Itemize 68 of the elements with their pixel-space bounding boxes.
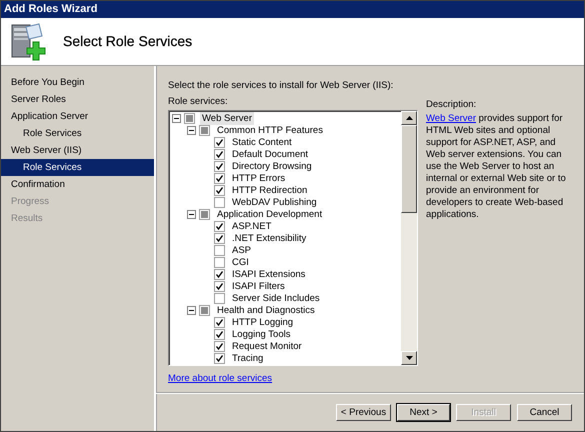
web-server-link[interactable]: Web Server	[426, 113, 476, 124]
down-arrow-icon[interactable]	[406, 356, 412, 360]
collapse-icon[interactable]	[187, 306, 196, 314]
page-title: Select Role Services	[63, 35, 192, 48]
tree-item[interactable]: Web Server	[200, 112, 254, 124]
tree-item[interactable]: Tracing	[230, 352, 266, 364]
wizard-step[interactable]: Web Server (IIS)	[1, 142, 154, 159]
tree-item[interactable]: HTTP Errors	[230, 172, 288, 184]
tree-item[interactable]: ASP	[230, 244, 254, 256]
wizard-step[interactable]: Confirmation	[1, 176, 154, 193]
checkbox[interactable]	[214, 172, 225, 184]
collapse-icon[interactable]	[187, 210, 196, 218]
tree-item[interactable]: HTTP Logging	[230, 316, 296, 328]
more-link[interactable]: More about role services	[168, 373, 272, 384]
scroll-thumb[interactable]	[401, 125, 417, 213]
wizard-step[interactable]: Role Services	[1, 125, 154, 142]
description-text: Web Server provides support for HTML Web sites and optional support for ASP.NET, ASP, and Web server extensions. You can use the Web Server to host an internal or external Web site or to provide an environment for developers to create Web-based applications.	[426, 113, 567, 221]
tree-item[interactable]: ISAPI Extensions	[230, 268, 308, 280]
checkbox[interactable]	[199, 304, 210, 316]
checkbox[interactable]	[214, 232, 225, 244]
checkbox[interactable]	[214, 184, 225, 196]
checkbox[interactable]	[214, 280, 225, 292]
checkbox[interactable]	[214, 148, 225, 160]
tree-item[interactable]: Server Side Includes	[230, 292, 322, 304]
wizard-step[interactable]: Role Services	[1, 159, 154, 176]
wizard-button[interactable]: < Previous	[336, 404, 391, 420]
wizard-button[interactable]: Next >	[397, 404, 450, 420]
tree-item[interactable]: ASP.NET	[230, 220, 274, 232]
instruction-text: Select the role services to install for Web Server (IIS):	[168, 79, 394, 92]
tree-item[interactable]: Logging Tools	[230, 328, 292, 340]
collapse-icon[interactable]	[172, 114, 181, 122]
wizard-step[interactable]: Before You Begin	[1, 74, 154, 91]
tree-item[interactable]: Request Monitor	[230, 340, 304, 352]
checkbox[interactable]	[214, 256, 225, 268]
checkbox[interactable]	[214, 244, 225, 256]
tree-item[interactable]: WebDAV Publishing	[230, 196, 319, 208]
tree-item[interactable]: ISAPI Filters	[230, 280, 287, 292]
collapse-icon[interactable]	[187, 126, 196, 134]
tree-item[interactable]: Static Content	[230, 136, 294, 148]
checkbox[interactable]	[214, 328, 225, 340]
tree-item[interactable]: .NET Extensibility	[230, 232, 308, 244]
scrollbar[interactable]	[401, 111, 417, 365]
tree-item[interactable]: HTTP Redirection	[230, 184, 310, 196]
wizard-button[interactable]: Cancel	[517, 404, 572, 420]
wizard-step[interactable]: Application Server	[1, 108, 154, 125]
checkbox[interactable]	[214, 340, 225, 352]
checkbox[interactable]	[214, 268, 225, 280]
tree-item[interactable]: Default Document	[230, 148, 310, 160]
tree-item[interactable]: Directory Browsing	[230, 160, 314, 172]
wizard-step[interactable]: Server Roles	[1, 91, 154, 108]
window-title: Add Roles Wizard	[4, 3, 98, 16]
checkbox[interactable]	[214, 220, 225, 232]
tree-label: Role services:	[168, 95, 229, 108]
description-label: Description:	[426, 98, 478, 111]
tree-item[interactable]: CGI	[230, 256, 251, 268]
tree-item[interactable]: Health and Diagnostics	[215, 304, 317, 316]
checkbox[interactable]	[199, 124, 210, 136]
checkbox[interactable]	[214, 136, 225, 148]
checkbox[interactable]	[214, 352, 225, 364]
checkbox[interactable]	[214, 292, 225, 304]
up-arrow-icon[interactable]	[406, 116, 412, 120]
tree-item[interactable]: Common HTTP Features	[215, 124, 325, 136]
checkbox[interactable]	[214, 160, 225, 172]
tree-item[interactable]: Application Development	[215, 208, 324, 220]
checkbox[interactable]	[199, 208, 210, 220]
checkbox[interactable]	[214, 196, 225, 208]
checkbox[interactable]	[184, 112, 195, 124]
checkbox[interactable]	[214, 316, 225, 328]
